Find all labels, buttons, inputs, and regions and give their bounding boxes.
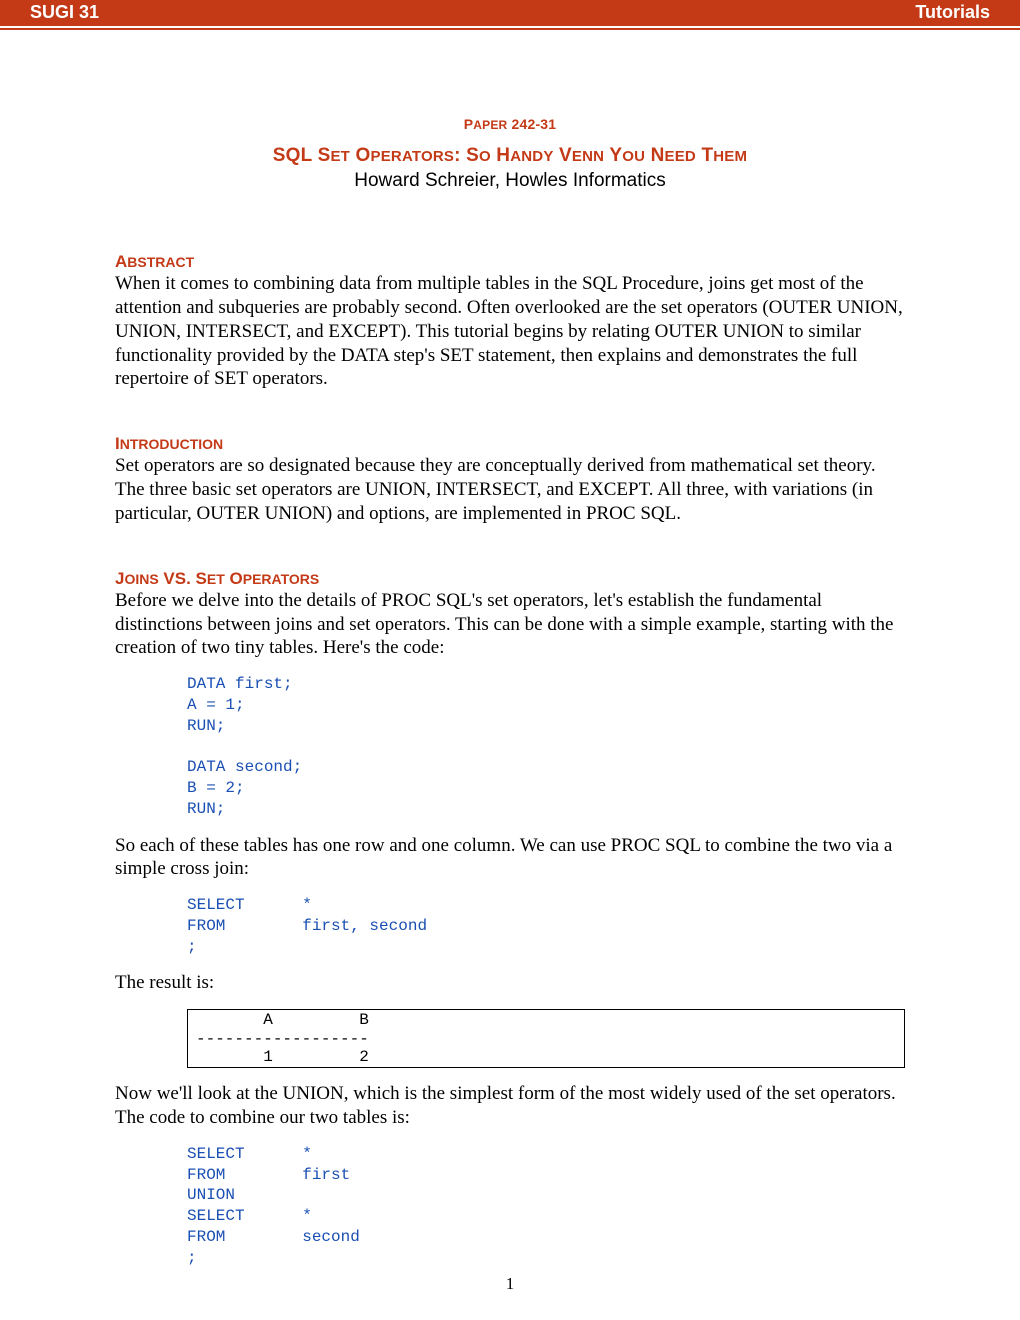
joins-body-4: Now we'll look at the UNION, which is th… [115, 1082, 905, 1130]
code-block-2: SELECT * FROM first, second ; [187, 895, 905, 957]
joins-body-1: Before we delve into the details of PROC… [115, 589, 905, 660]
introduction-heading: INTRODUCTION [115, 433, 905, 454]
joins-body-3: The result is: [115, 971, 905, 995]
introduction-body: Set operators are so designated because … [115, 454, 905, 525]
author-line: Howard Schreier, Howles Informatics [115, 169, 905, 193]
code-block-3: SELECT * FROM first UNION SELECT * FROM … [187, 1144, 905, 1269]
paper-title: SQL SET OPERATORS: SO HANDY VENN YOU NEE… [115, 144, 905, 168]
result-output-1: A B ------------------ 1 2 [187, 1009, 905, 1068]
header-right: Tutorials [915, 1, 990, 24]
abstract-body: When it comes to combining data from mul… [115, 272, 905, 391]
code-block-1: DATA first; A = 1; RUN; DATA second; B =… [187, 674, 905, 820]
abstract-heading: ABSTRACT [115, 251, 905, 272]
top-bar: SUGI 31 Tutorials [0, 0, 1020, 26]
paper-number: PAPER 242-31 [115, 116, 905, 134]
content-area: PAPER 242-31 SQL SET OPERATORS: SO HANDY… [0, 30, 1020, 1269]
joins-heading: JOINS VS. SET OPERATORS [115, 568, 905, 589]
joins-body-2: So each of these tables has one row and … [115, 834, 905, 882]
page-number: 1 [0, 1273, 1020, 1294]
page: SUGI 31 Tutorials PAPER 242-31 SQL SET O… [0, 0, 1020, 1320]
header-left: SUGI 31 [30, 1, 99, 24]
